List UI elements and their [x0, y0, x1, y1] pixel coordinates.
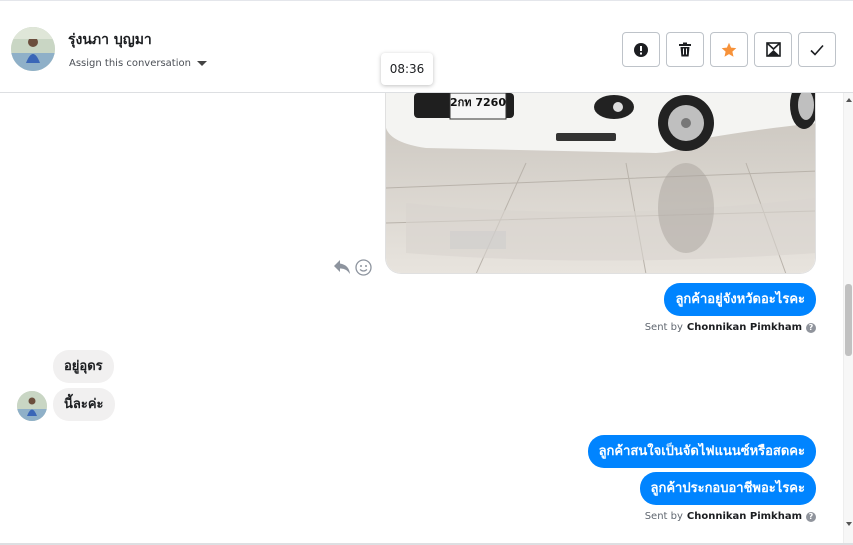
assign-label: Assign this conversation — [69, 58, 191, 69]
reply-icon[interactable] — [333, 259, 351, 275]
assign-conversation-dropdown[interactable]: Assign this conversation — [69, 58, 207, 69]
emoji-react-icon[interactable] — [355, 259, 372, 276]
star-icon — [721, 42, 737, 57]
scroll-down-arrow-icon[interactable] — [846, 522, 852, 526]
checkmark-icon — [810, 44, 824, 56]
sent-by-label: Sent by Chonnikan Pimkham ? — [645, 511, 816, 522]
delete-button[interactable] — [666, 32, 704, 67]
message-thread[interactable]: 2กท 7260 ลูกค้าอยู่จังหวัดอะไรคะ Sent by… — [0, 93, 843, 543]
conversation-toolbar — [622, 32, 836, 67]
inbox-conversation-view: รุ่งนภา บุญมา Assign this conversation 0… — [0, 0, 853, 545]
incoming-message[interactable]: อยู่อุดร — [53, 350, 114, 383]
incoming-message[interactable]: นี้ละค่ะ — [53, 388, 115, 421]
sent-by-agent: Chonnikan Pimkham — [686, 322, 802, 333]
scroll-up-arrow-icon[interactable] — [846, 98, 852, 102]
license-plate: 2กท 7260 — [450, 96, 506, 109]
contact-name: รุ่งนภา บุญมา — [68, 32, 152, 48]
envelope-icon — [765, 42, 781, 57]
mark-spam-button[interactable] — [622, 32, 660, 67]
scrollbar-thumb[interactable] — [845, 284, 852, 356]
car-photo-attachment[interactable]: 2กท 7260 — [385, 93, 816, 274]
sent-by-prefix: Sent by — [644, 322, 683, 333]
sent-by-label: Sent by Chonnikan Pimkham ? — [645, 322, 816, 333]
help-icon[interactable]: ? — [806, 511, 816, 522]
outgoing-message[interactable]: ลูกค้าสนใจเป็นจัดไฟแนนซ์หรือสดคะ — [587, 435, 816, 468]
customer-avatar[interactable] — [17, 391, 47, 421]
mark-unread-button[interactable] — [754, 32, 792, 67]
trash-icon — [679, 42, 691, 57]
caret-down-icon — [196, 61, 207, 66]
outgoing-message[interactable]: ลูกค้าอยู่จังหวัดอะไรคะ — [664, 283, 816, 316]
timestamp-tooltip: 08:36 — [381, 53, 433, 85]
outgoing-message[interactable]: ลูกค้าประกอบอาชีพอะไรคะ — [639, 472, 816, 505]
sent-by-agent: Chonnikan Pimkham — [686, 511, 802, 522]
sent-by-prefix: Sent by — [644, 511, 683, 522]
star-button[interactable] — [710, 32, 748, 67]
exclamation-circle-icon — [634, 42, 648, 57]
contact-avatar[interactable] — [11, 27, 55, 71]
help-icon[interactable]: ? — [806, 322, 816, 333]
mark-done-button[interactable] — [798, 32, 836, 67]
